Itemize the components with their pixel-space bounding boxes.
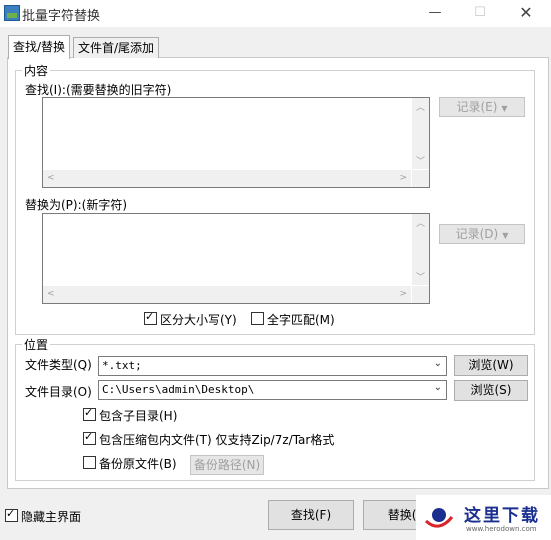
find-history-button[interactable]: 记录(E) ▼ <box>439 97 525 117</box>
scroll-down-icon[interactable]: ﹀ <box>412 270 429 283</box>
scroll-corner <box>412 286 429 303</box>
backup-label[interactable]: 备份原文件(B) <box>99 455 177 472</box>
file-type-combobox[interactable]: *.txt; ⌄ <box>98 356 447 376</box>
replace-horizontal-scrollbar[interactable]: < > <box>43 286 411 303</box>
dropdown-arrow-icon: ▼ <box>502 231 509 240</box>
app-icon <box>4 5 20 21</box>
content-group-title: 内容 <box>22 62 51 79</box>
tab-find-replace[interactable]: 查找/替换 <box>8 35 71 59</box>
watermark: 这里下载 www.herodown.com <box>416 495 551 540</box>
find-vertical-scrollbar[interactable]: ︿ ﹀ <box>412 98 429 169</box>
scroll-right-icon[interactable]: > <box>399 289 407 299</box>
replace-history-button[interactable]: 记录(D) ▼ <box>439 224 525 244</box>
tab-file-header-footer[interactable]: 文件首/尾添加 <box>73 37 160 58</box>
chevron-down-icon[interactable]: ⌄ <box>434 382 442 393</box>
replace-vertical-scrollbar[interactable]: ︿ ﹀ <box>412 214 429 285</box>
case-sensitive-checkbox[interactable] <box>144 310 157 325</box>
whole-word-checkbox[interactable] <box>251 312 264 325</box>
scroll-down-icon[interactable]: ﹀ <box>412 154 429 167</box>
replace-label: 替换为(P):(新字符) <box>25 198 128 212</box>
minimize-button[interactable]: — <box>415 2 455 24</box>
backup-checkbox[interactable] <box>83 456 96 469</box>
chevron-down-icon[interactable]: ⌄ <box>434 358 442 369</box>
scroll-corner <box>412 170 429 187</box>
file-type-browse-button[interactable]: 浏览(W) <box>454 355 528 376</box>
position-group-title: 位置 <box>22 336 51 353</box>
include-subdirs-label[interactable]: 包含子目录(H) <box>99 407 177 424</box>
dir-browse-button[interactable]: 浏览(S) <box>454 380 528 401</box>
close-button[interactable]: ✕ <box>506 2 546 24</box>
dir-value: C:\Users\admin\Desktop\ <box>102 383 255 396</box>
hide-main-checkbox[interactable] <box>5 507 18 522</box>
file-type-label: 文件类型(Q) <box>25 358 92 372</box>
watermark-text: 这里下载 <box>464 506 540 526</box>
watermark-url: www.herodown.com <box>466 525 537 533</box>
dir-combobox[interactable]: C:\Users\admin\Desktop\ ⌄ <box>98 380 447 400</box>
scroll-left-icon[interactable]: < <box>47 289 55 299</box>
scroll-up-icon[interactable]: ︿ <box>412 216 429 229</box>
window-title: 批量字符替换 <box>22 9 101 24</box>
herodown-logo-icon <box>424 508 454 528</box>
include-archives-checkbox[interactable] <box>83 430 96 445</box>
scroll-right-icon[interactable]: > <box>399 173 407 183</box>
find-button[interactable]: 查找(F) <box>268 500 354 530</box>
find-label: 查找(I):(需要替换的旧字符) <box>25 83 172 97</box>
hide-main-label[interactable]: 隐藏主界面 <box>21 508 81 525</box>
scroll-left-icon[interactable]: < <box>47 173 55 183</box>
find-horizontal-scrollbar[interactable]: < > <box>43 170 411 187</box>
scroll-up-icon[interactable]: ︿ <box>412 100 429 113</box>
dir-label: 文件目录(O) <box>25 385 92 399</box>
case-sensitive-label[interactable]: 区分大小写(Y) <box>160 311 237 328</box>
replace-textarea[interactable]: ︿ ﹀ < > <box>42 213 430 304</box>
include-subdirs-checkbox[interactable] <box>83 406 96 421</box>
maximize-button[interactable]: ☐ <box>460 2 500 24</box>
whole-word-label[interactable]: 全字匹配(M) <box>267 311 335 328</box>
file-type-value: *.txt; <box>102 359 142 372</box>
include-archives-label[interactable]: 包含压缩包内文件(T) 仅支持Zip/7z/Tar格式 <box>99 431 334 448</box>
dropdown-arrow-icon: ▼ <box>501 104 508 113</box>
backup-path-button[interactable]: 备份路径(N) <box>190 455 264 475</box>
find-textarea[interactable]: ︿ ﹀ < > <box>42 97 430 188</box>
